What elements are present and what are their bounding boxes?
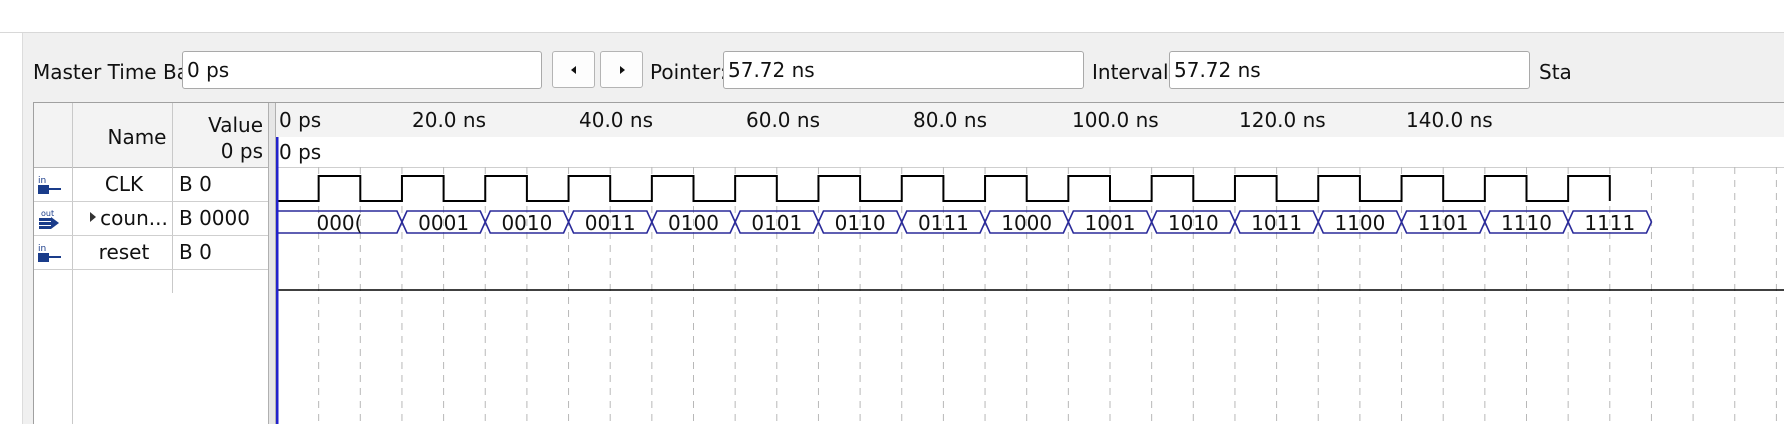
- waveform-editor-panel: Master Time Bar: 0 ps Pointer: 57.72 ns …: [22, 33, 1784, 424]
- bus-segment-label: 0010: [501, 211, 552, 235]
- counter-bus-waveform: 000( 0001 0010 0011 0100 0101 0110 0111 1000 1001…: [276, 210, 1653, 235]
- bus-segment-label: 1101: [1418, 211, 1469, 235]
- bus-segment-label: 0101: [751, 211, 802, 235]
- bus-segment-label: 1111: [1584, 211, 1635, 235]
- output-pin-icon: out: [39, 209, 59, 229]
- bus-segment-label: 1010: [1168, 211, 1219, 235]
- value-time-label: 0 ps: [220, 139, 263, 163]
- bus-segment-label: 1011: [1251, 211, 1302, 235]
- master-time-bar-label: Master Time Bar:: [33, 60, 204, 84]
- pane-splitter[interactable]: [268, 103, 276, 424]
- top-strip: [0, 0, 1784, 33]
- bus-segment-label: 000(: [316, 211, 362, 235]
- svg-text:in: in: [38, 176, 46, 186]
- input-pin-icon: in: [38, 244, 61, 262]
- bus-segment-label: 1001: [1085, 211, 1136, 235]
- bus-segment-label: 1110: [1501, 211, 1552, 235]
- svg-text:in: in: [38, 244, 46, 254]
- clk-waveform: [277, 175, 1611, 202]
- waveform-canvas[interactable]: 000( 0001 0010 0011 0100 0101 0110 0111 1000 1001…: [276, 103, 1784, 424]
- bus-segment-label: 0111: [918, 211, 969, 235]
- clk-trace: [277, 175, 1611, 202]
- bus-segment-label: 0001: [418, 211, 469, 235]
- pointer-label: Pointer:: [650, 60, 727, 84]
- signal-row-counter[interactable]: out coun... B 0000: [34, 202, 268, 236]
- signal-table-header: Name Value 0 ps: [34, 103, 268, 168]
- waveform-display[interactable]: 0 ps 20.0 ns 40.0 ns 60.0 ns 80.0 ns 100…: [276, 103, 1784, 424]
- value-column-header[interactable]: Value: [179, 113, 263, 137]
- signal-row-reset[interactable]: in reset B 0: [34, 236, 268, 270]
- start-label-truncated: Sta: [1539, 60, 1572, 84]
- bus-segment-label: 1100: [1334, 211, 1385, 235]
- bus-segment-label: 1000: [1001, 211, 1052, 235]
- signal-value: B 0: [179, 240, 212, 264]
- triangle-left-icon: [571, 66, 576, 74]
- triangle-right-icon: [620, 66, 625, 74]
- waveform-grid: Name Value 0 ps in CLK B 0 out coun... B…: [33, 102, 1784, 424]
- name-column-header[interactable]: Name: [98, 125, 176, 149]
- signal-name: coun...: [100, 206, 168, 230]
- signal-name: reset: [98, 240, 150, 264]
- svg-text:out: out: [41, 209, 54, 218]
- signal-value: B 0: [179, 172, 212, 196]
- interval-field[interactable]: 57.72 ns: [1169, 51, 1530, 89]
- master-time-bar-field[interactable]: 0 ps: [182, 51, 542, 89]
- prev-transition-button[interactable]: [552, 51, 595, 88]
- pointer-field[interactable]: 57.72 ns: [723, 51, 1084, 89]
- bus-segment-label: 0100: [668, 211, 719, 235]
- next-transition-button[interactable]: [600, 51, 643, 88]
- signal-name: CLK: [104, 172, 144, 196]
- signal-value: B 0000: [179, 206, 250, 230]
- bus-segment-label: 0011: [585, 211, 636, 235]
- grid-dash-lines: [318, 167, 1777, 424]
- input-pin-icon: in: [38, 176, 61, 194]
- interval-label: Interval:: [1092, 60, 1176, 84]
- bus-segment-label: 0110: [835, 211, 886, 235]
- signal-row-clk[interactable]: in CLK B 0: [34, 168, 268, 202]
